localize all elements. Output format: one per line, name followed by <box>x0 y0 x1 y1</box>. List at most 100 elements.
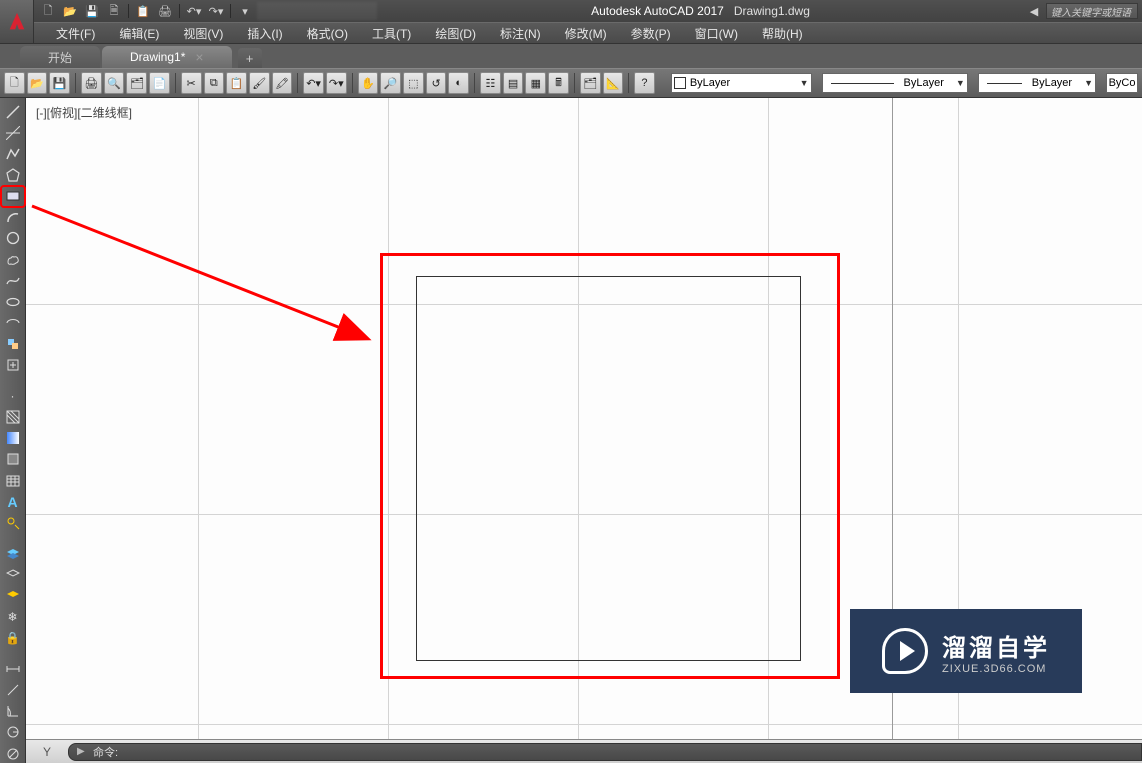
viewport-label[interactable]: [-][俯视][二维线框] <box>36 104 132 121</box>
tb-help-icon[interactable]: ? <box>634 72 655 94</box>
tb-zoom-icon[interactable]: 🔎 <box>380 72 401 94</box>
tb-save-icon[interactable]: 💾 <box>49 72 70 94</box>
draw-tool-palette: · A ❄ 🔒 <box>0 98 26 763</box>
tb-zoomprev-icon[interactable]: ↺ <box>426 72 447 94</box>
tab-start[interactable]: 开始 <box>20 46 100 68</box>
spline-tool-icon[interactable] <box>2 271 24 290</box>
menu-modify[interactable]: 修改(M) <box>553 22 619 45</box>
layer-color-select[interactable]: ByLayer ▼ <box>671 73 812 93</box>
search-input[interactable]: 键入关键字或短语 <box>1046 3 1138 19</box>
dim-linear-icon[interactable] <box>2 659 24 678</box>
menu-dimension[interactable]: 标注(N) <box>488 22 553 45</box>
circle-tool-icon[interactable] <box>2 229 24 248</box>
revcloud-tool-icon[interactable] <box>2 250 24 269</box>
line-tool-icon[interactable] <box>2 102 24 121</box>
lineweight-select[interactable]: ByLayer ▼ <box>978 73 1096 93</box>
menu-parametric[interactable]: 参数(P) <box>619 22 683 45</box>
title-right: ◀ 键入关键字或短语 <box>1024 2 1142 20</box>
tb-pan-icon[interactable]: ✋ <box>358 72 379 94</box>
tb-publish-icon[interactable]: 🗂 <box>126 72 147 94</box>
qat-print-icon[interactable]: 🖨 <box>155 2 175 20</box>
menu-format[interactable]: 格式(O) <box>295 22 360 45</box>
tb-match-icon[interactable]: 🖌 <box>249 72 270 94</box>
make-block-icon[interactable] <box>2 356 24 375</box>
menu-draw[interactable]: 绘图(D) <box>423 22 488 45</box>
table-tool-icon[interactable] <box>2 471 24 490</box>
drawing-canvas[interactable]: [-][俯视][二维线框] 溜溜自学 ZIXUE.3D66.COM <box>26 98 1142 739</box>
qat-cut-icon[interactable]: 📋 <box>133 2 153 20</box>
tb-layers-icon[interactable]: 🗂 <box>580 72 601 94</box>
menu-window[interactable]: 窗口(W) <box>683 22 750 45</box>
layer-lock-icon[interactable]: 🔒 <box>2 629 24 648</box>
construction-line-icon[interactable] <box>2 123 24 142</box>
line-preview <box>987 83 1022 84</box>
tb-plot-icon[interactable]: 📄 <box>149 72 170 94</box>
layer-iso-icon[interactable] <box>2 586 24 605</box>
tb-zoomwin-icon[interactable]: ⬚ <box>403 72 424 94</box>
tb-paste-icon[interactable]: 📋 <box>226 72 247 94</box>
annotation-arrow <box>26 198 396 358</box>
qat-open-icon[interactable]: 📂 <box>60 2 80 20</box>
qat-customize-icon[interactable]: ▾ <box>235 2 255 20</box>
tb-undo-icon[interactable]: ↶▾ <box>303 72 324 94</box>
tb-brush-icon[interactable]: 🖍 <box>272 72 293 94</box>
separator <box>574 73 575 93</box>
dim-angular-icon[interactable] <box>2 702 24 721</box>
layer-freeze-icon[interactable]: ❄ <box>2 608 24 627</box>
tb-redo-icon[interactable]: ↷▾ <box>326 72 347 94</box>
layer-off-icon[interactable] <box>2 565 24 584</box>
doc-tab-bar: 开始 Drawing1* × + <box>0 44 1142 68</box>
tb-copy-icon[interactable]: ⧉ <box>204 72 225 94</box>
polygon-tool-icon[interactable] <box>2 165 24 184</box>
tb-dim-icon[interactable]: 📐 <box>603 72 624 94</box>
tb-preview-icon[interactable]: 🔍 <box>104 72 125 94</box>
polyline-tool-icon[interactable] <box>2 144 24 163</box>
tb-open-icon[interactable]: 📂 <box>27 72 48 94</box>
tb-sheet-icon[interactable]: ▤ <box>503 72 524 94</box>
tb-tool-icon[interactable]: ▦ <box>525 72 546 94</box>
qat-undo-icon[interactable]: ↶▾ <box>184 2 204 20</box>
menu-help[interactable]: 帮助(H) <box>750 22 815 45</box>
hatch-tool-icon[interactable] <box>2 408 24 427</box>
command-input[interactable]: ▶ 命令: <box>68 743 1142 761</box>
menu-edit[interactable]: 编辑(E) <box>107 22 171 45</box>
rectangle-tool-icon[interactable] <box>2 187 24 206</box>
linetype-select[interactable]: ByLayer ▼ <box>822 73 968 93</box>
drawn-rectangle[interactable] <box>416 276 801 661</box>
dim-radius-icon[interactable] <box>2 723 24 742</box>
gradient-tool-icon[interactable] <box>2 429 24 448</box>
arc-tool-icon[interactable] <box>2 208 24 227</box>
titlebar-prev-icon[interactable]: ◀ <box>1024 2 1044 20</box>
tab-drawing1[interactable]: Drawing1* × <box>102 46 232 68</box>
tb-new-icon[interactable]: 🗋 <box>4 72 25 94</box>
insert-block-icon[interactable] <box>2 335 24 354</box>
tb-calc-icon[interactable]: 🖩 <box>548 72 569 94</box>
menu-view[interactable]: 视图(V) <box>171 22 235 45</box>
qat-redo-icon[interactable]: ↷▾ <box>206 2 226 20</box>
qat-save-icon[interactable]: 💾 <box>82 2 102 20</box>
tb-props-icon[interactable]: ☷ <box>480 72 501 94</box>
tab-add-button[interactable]: + <box>238 48 262 68</box>
ellipse-tool-icon[interactable] <box>2 292 24 311</box>
dim-aligned-icon[interactable] <box>2 681 24 700</box>
layer-manager-icon[interactable] <box>2 544 24 563</box>
tab-close-icon[interactable]: × <box>195 49 203 65</box>
app-menu-button[interactable] <box>0 0 34 44</box>
tb-cut-icon[interactable]: ✂ <box>181 72 202 94</box>
text-tool-icon[interactable]: A <box>2 492 24 511</box>
tb-zoomext-icon[interactable]: ◐ <box>448 72 469 94</box>
region-tool-icon[interactable] <box>2 450 24 469</box>
point-tool-icon[interactable]: · <box>2 386 24 405</box>
add-selected-icon[interactable] <box>2 513 24 532</box>
menu-tools[interactable]: 工具(T) <box>360 22 423 45</box>
bycolor-select[interactable]: ByCo <box>1106 73 1138 93</box>
menu-file[interactable]: 文件(F) <box>44 22 107 45</box>
command-line[interactable]: Y ▶ 命令: <box>26 739 1142 763</box>
dim-diameter-icon[interactable] <box>2 744 24 763</box>
ellipse-arc-icon[interactable] <box>2 313 24 332</box>
tb-print-icon[interactable]: 🖨 <box>81 72 102 94</box>
menu-insert[interactable]: 插入(I) <box>235 22 294 45</box>
chevron-right-icon: ▶ <box>77 746 93 757</box>
qat-new-icon[interactable]: 🗋 <box>38 2 58 20</box>
qat-saveas-icon[interactable]: 🗎 <box>104 2 124 20</box>
